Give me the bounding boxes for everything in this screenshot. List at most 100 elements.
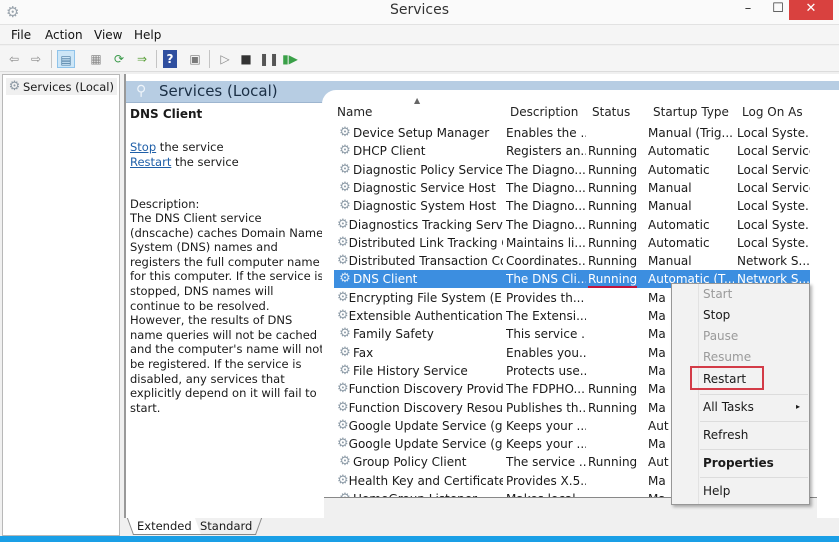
service-startup-cell-text: Automatic [648,217,710,232]
stop-link[interactable]: Stop [130,140,156,154]
column-header-status[interactable]: Status [592,101,650,123]
description-label: Description: [130,197,200,211]
service-startup-cell-text: Automatic [648,235,710,250]
tab-extended[interactable]: Extended [126,518,201,535]
column-header-log-on-as[interactable]: Log On As [742,101,812,123]
service-description-cell-text: The Diagno... [506,162,586,177]
service-name-cell: ⚙ DHCP Client [337,142,503,160]
service-name-text: Diagnostic System Host [353,199,497,214]
service-name-text: Google Update Service (gup... [348,418,503,433]
menu-view[interactable]: View [94,28,122,42]
menu-item-pause[interactable]: Pause [703,326,738,346]
restart-link[interactable]: Restart [130,155,171,169]
menu-item-help[interactable]: Help [703,481,730,501]
service-name-text: Distributed Link Tracking Cl... [348,235,503,250]
menu-action[interactable]: Action [45,28,83,42]
menu-help[interactable]: Help [134,28,161,42]
service-startup-cell: Automatic [648,216,734,234]
gear-icon: ⚙ [8,79,21,94]
minimize-button[interactable]: – [735,0,761,20]
toolbar-separator [156,50,157,68]
tab-standard[interactable]: Standard [190,518,263,535]
service-row[interactable]: ⚙ Device Setup Manager Enables the ... Manu… [334,124,810,142]
start-service-icon[interactable]: ▷ [216,50,234,68]
service-row[interactable]: ⚙Distributed Link Tracking Cl...Maintain… [334,234,810,252]
service-name-cell: ⚙Health Key and Certificate ... [337,472,503,490]
service-description-cell: This service ... [506,325,586,343]
service-description-cell: Maintains li... [506,234,586,252]
properties-icon[interactable]: ▦ [87,50,105,68]
service-logon-cell: Local Service [737,142,810,160]
pane-title: Services (Local) [159,82,278,100]
service-startup-cell-text: Manual [648,254,692,269]
service-name-cell: ⚙ Diagnostic Policy Service [337,161,503,179]
service-row[interactable]: ⚙ Diagnostic System Host The Diagno... Runn… [334,197,810,215]
menu-item-refresh[interactable]: Refresh [703,425,748,445]
service-status-cell-text: Running [588,254,638,269]
resume-service-icon[interactable]: ▮▶ [281,50,299,68]
service-row[interactable]: ⚙ Diagnostic Service Host The Diagno... Run… [334,179,810,197]
service-logon-cell-text: Local Service [737,162,810,177]
menu-item-resume[interactable]: Resume [703,347,751,367]
menu-item-all-tasks[interactable]: All Tasks [703,397,754,417]
pause-service-icon[interactable]: ❚❚ [259,50,279,68]
column-header-startup-type[interactable]: Startup Type [653,101,739,123]
service-name-text: File History Service [353,363,468,378]
forward-arrow-icon[interactable]: ⇨ [27,50,45,68]
tree-item-label: Services (Local) [23,79,114,94]
service-row[interactable]: ⚙ Distributed Transaction Co... Coordinate… [334,252,810,270]
service-description-cell-text: Keeps your ... [506,418,586,433]
service-status-cell-text: Running [588,199,638,214]
stop-service-icon[interactable]: ■ [237,50,255,68]
gear-icon: ⚙ [339,198,351,214]
maximize-button[interactable]: ☐ [765,0,791,20]
tree-item-services-local[interactable]: ⚙ Services (Local) [6,78,117,95]
search-icon: ⚲ [136,83,147,99]
service-name-cell: ⚙ Distributed Transaction Co... [337,252,503,270]
service-status-cell-text: Running [588,400,638,415]
close-button[interactable]: ✕ [789,0,833,20]
service-logon-cell-text: Local Syste... [737,126,810,140]
service-status-cell: Running [588,216,646,234]
tab-standard-label: Standard [200,519,253,533]
refresh-icon[interactable]: ⟳ [110,50,128,68]
description-text: The DNS Client service (dnscache) caches… [130,211,324,415]
gear-icon: ⚙ [339,179,351,195]
service-startup-cell-text: Ma [648,327,666,342]
menu-item-stop[interactable]: Stop [703,305,730,325]
service-status-cell: Running [588,399,646,417]
menu-item-start[interactable]: Start [703,284,732,304]
service-name-text: DNS Client [353,272,418,287]
service-name-text: Group Policy Client [353,455,467,470]
export-list-icon[interactable]: ⇒ [133,50,151,68]
service-startup-cell-text: Ma [648,400,666,415]
service-startup-cell: Automatic [648,142,734,160]
service-status-cell-text: Running [588,180,638,195]
action-pane-icon[interactable]: ▣ [186,50,204,68]
service-row[interactable]: ⚙ Diagnostic Policy Service The Diagno... R… [334,161,810,179]
back-arrow-icon[interactable]: ⇦ [5,50,23,68]
service-description-cell-text: The Diagno... [506,217,586,232]
menu-file[interactable]: File [11,28,31,42]
service-startup-cell-text: Manual [648,199,692,214]
service-name-text: Fax [353,345,374,360]
service-startup-cell: Automatic [648,234,734,252]
service-row[interactable]: ⚙ DHCP Client Registers an... Running Automa… [334,142,810,160]
menu-item-properties[interactable]: Properties [703,453,774,473]
console-tree-icon[interactable]: ▤ [57,50,75,68]
service-name-text: Health Key and Certificate ... [348,473,503,488]
service-status-cell-text: Running [588,455,638,470]
service-description-cell-text: The Diagno... [506,180,586,195]
gear-icon: ⚙ [339,344,351,360]
service-description-cell: The service ... [506,453,586,471]
column-header-description[interactable]: Description [510,101,590,123]
service-description-cell: The FDPHO... [506,380,586,398]
help-icon[interactable]: ? [163,50,177,68]
window-title: Services [389,2,450,18]
gear-icon: ⚙ [337,289,349,305]
service-row[interactable]: ⚙Diagnostics Tracking ServiceThe Diagno.… [334,216,810,234]
service-startup-cell: Manual (Trig... [648,124,734,142]
service-status-cell-text: Running [588,162,638,177]
column-header-name[interactable]: Name [337,101,507,123]
service-name-text: Encrypting File System (EFS) [348,290,503,305]
